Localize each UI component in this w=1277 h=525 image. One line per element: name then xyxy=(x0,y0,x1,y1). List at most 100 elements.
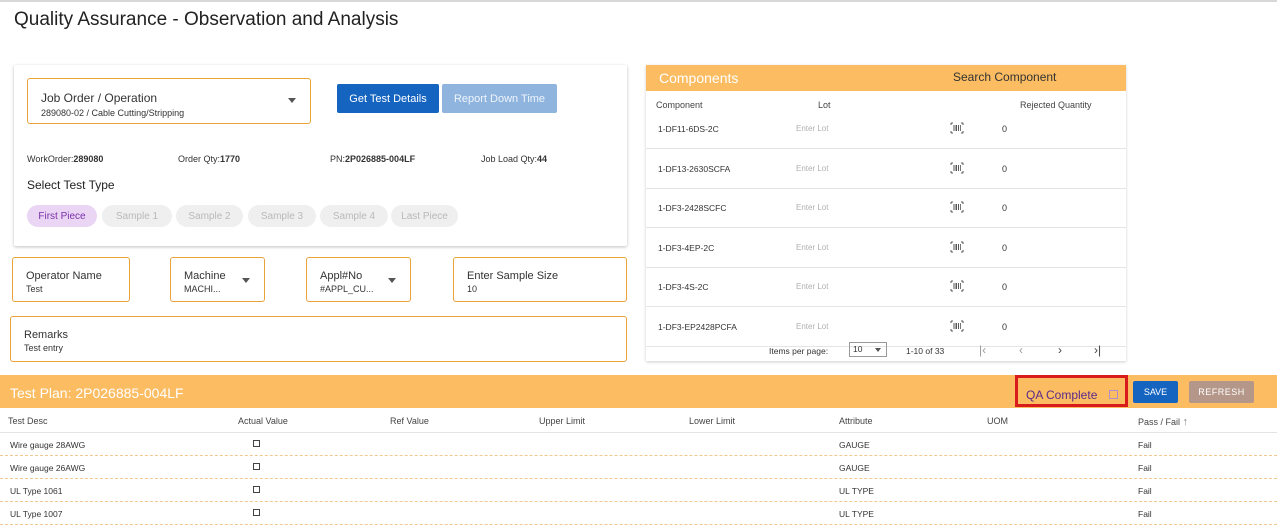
chip-last-piece[interactable]: Last Piece xyxy=(391,205,458,227)
component-row: 1-DF3-2428SCFC Enter Lot 0 xyxy=(646,189,1126,228)
top-border xyxy=(0,0,1277,2)
appl-no-select[interactable]: Appl#No #APPL_CU... xyxy=(306,257,411,302)
remarks-label: Remarks xyxy=(24,329,69,341)
operator-name-value: Test xyxy=(26,284,43,294)
lot-input[interactable]: Enter Lot xyxy=(796,243,828,252)
barcode-scan-icon[interactable] xyxy=(950,319,964,331)
col-pass-fail[interactable]: Pass / Fail ↑ xyxy=(1138,416,1188,428)
rejected-qty-input[interactable]: 0 xyxy=(1002,282,1007,292)
component-name: 1-DF3-4EP-2C xyxy=(658,242,715,253)
actual-value-checkbox[interactable] xyxy=(253,509,260,516)
chip-sample-3[interactable]: Sample 3 xyxy=(248,205,316,227)
table-row: Wire gauge 26AWG GAUGE Fail xyxy=(0,456,1277,479)
barcode-scan-icon[interactable] xyxy=(950,240,964,252)
barcode-scan-icon[interactable] xyxy=(950,121,964,134)
page-size-select[interactable]: 10 xyxy=(849,342,887,357)
lot-input[interactable]: Enter Lot xyxy=(796,203,828,212)
component-name: 1-DF3-4S-2C xyxy=(658,282,709,292)
rejected-qty-input[interactable]: 0 xyxy=(1002,124,1007,134)
components-title: Components xyxy=(659,70,739,86)
rejected-qty-input[interactable]: 0 xyxy=(1002,322,1007,332)
col-actual-value: Actual Value xyxy=(238,416,288,426)
sample-size-label: Enter Sample Size xyxy=(467,270,559,282)
machine-select[interactable]: Machine MACHI... xyxy=(170,257,265,302)
components-header: Components Search Component xyxy=(646,65,1126,91)
last-page-icon[interactable]: ›| xyxy=(1094,343,1101,357)
rejected-qty-input[interactable]: 0 xyxy=(1002,203,1007,213)
qa-complete-highlight[interactable]: QA Complete xyxy=(1015,375,1128,407)
col-lower-limit: Lower Limit xyxy=(689,416,736,426)
test-desc-cell: UL Type 1061 xyxy=(10,486,63,496)
search-component-link[interactable]: Search Component xyxy=(953,70,1056,84)
pass-fail-cell: Fail xyxy=(1138,486,1152,496)
component-name: 1-DF13-2630SCFA xyxy=(658,163,731,174)
component-row: 1-DF3-4EP-2C Enter Lot 0 xyxy=(646,229,1126,268)
lot-input[interactable]: Enter Lot xyxy=(796,124,828,133)
component-row: 1-DF13-2630SCFA Enter Lot 0 xyxy=(646,150,1126,189)
pass-fail-cell: Fail xyxy=(1138,463,1152,473)
pn-info: PN:2P026885-004LF xyxy=(330,154,416,164)
test-plan-bar: Test Plan: 2P026885-004LF QA Complete SA… xyxy=(0,375,1277,408)
operator-name-field[interactable]: Operator Name Test xyxy=(12,257,130,302)
col-ref-value: Ref Value xyxy=(390,416,429,426)
col-attribute: Attribute xyxy=(839,416,873,426)
chevron-down-icon[interactable] xyxy=(388,278,396,283)
component-row: 1-DF11-6DS-2C Enter Lot 0 xyxy=(646,110,1126,149)
barcode-scan-icon[interactable] xyxy=(950,161,964,173)
job-order-select[interactable]: Job Order / Operation 289080-02 / Cable … xyxy=(27,78,311,124)
order-qty-info: Order Qty:1770 xyxy=(178,154,241,164)
chevron-down-icon[interactable] xyxy=(288,98,296,103)
rejected-qty-input[interactable]: 0 xyxy=(1002,243,1007,253)
barcode-scan-icon[interactable] xyxy=(950,200,964,213)
chip-sample-4[interactable]: Sample 4 xyxy=(320,205,388,227)
operator-name-label: Operator Name xyxy=(26,270,102,282)
component-name: 1-DF11-6DS-2C xyxy=(658,124,719,134)
qa-complete-label: QA Complete xyxy=(1026,388,1098,402)
sample-size-value: 10 xyxy=(467,284,478,294)
refresh-button[interactable]: REFRESH xyxy=(1189,381,1254,403)
first-page-icon[interactable]: |‹ xyxy=(979,343,986,357)
job-load-info: Job Load Qty:44 xyxy=(481,154,548,164)
appl-no-value: #APPL_CU... xyxy=(320,284,374,294)
lot-input[interactable]: Enter Lot xyxy=(796,282,828,291)
col-rejected-qty: Rejected Quantity xyxy=(1020,100,1092,110)
next-page-icon[interactable]: › xyxy=(1058,343,1062,357)
sample-size-field[interactable]: Enter Sample Size 10 xyxy=(453,257,627,302)
attribute-cell: GAUGE xyxy=(839,440,870,450)
attribute-cell: UL TYPE xyxy=(839,486,874,496)
component-row: 1-DF3-4S-2C Enter Lot 0 xyxy=(646,268,1126,307)
save-button[interactable]: SAVE xyxy=(1133,381,1178,403)
page-title: Quality Assurance - Observation and Anal… xyxy=(14,9,399,30)
paginator: Items per page: 10 1-10 of 33 |‹ ‹ › ›| xyxy=(646,340,1126,360)
attribute-cell: GAUGE xyxy=(839,463,870,473)
machine-label: Machine xyxy=(184,270,226,282)
rejected-qty-input[interactable]: 0 xyxy=(1002,164,1007,174)
chevron-down-icon xyxy=(875,348,881,352)
barcode-scan-icon[interactable] xyxy=(950,279,964,292)
chip-first-piece[interactable]: First Piece xyxy=(27,205,97,227)
get-test-details-button[interactable]: Get Test Details xyxy=(337,84,439,113)
lot-input[interactable]: Enter Lot xyxy=(796,322,828,331)
qa-complete-checkbox[interactable] xyxy=(1109,390,1118,399)
test-desc-cell: Wire gauge 26AWG xyxy=(10,463,86,473)
page-range: 1-10 of 33 xyxy=(906,346,945,356)
job-card: Job Order / Operation 289080-02 / Cable … xyxy=(14,65,627,246)
chip-sample-1[interactable]: Sample 1 xyxy=(102,205,172,227)
remarks-value: Test entry xyxy=(24,343,64,353)
items-per-page-label: Items per page: xyxy=(769,346,829,356)
remarks-field[interactable]: Remarks Test entry xyxy=(10,316,627,362)
pass-fail-cell: Fail xyxy=(1138,509,1152,519)
actual-value-checkbox[interactable] xyxy=(253,463,260,470)
actual-value-checkbox[interactable] xyxy=(253,440,260,447)
col-test-desc: Test Desc xyxy=(8,416,48,426)
workorder-info: WorkOrder:289080 xyxy=(27,154,104,164)
actual-value-checkbox[interactable] xyxy=(253,486,260,493)
test-desc-cell: Wire gauge 28AWG xyxy=(10,440,86,450)
report-down-time-button[interactable]: Report Down Time xyxy=(442,84,557,113)
chip-sample-2[interactable]: Sample 2 xyxy=(176,205,243,227)
test-desc-cell: UL Type 1007 xyxy=(10,509,63,519)
chevron-down-icon[interactable] xyxy=(242,278,250,283)
prev-page-icon[interactable]: ‹ xyxy=(1019,343,1023,357)
table-row: UL Type 1061 UL TYPE Fail xyxy=(0,479,1277,502)
lot-input[interactable]: Enter Lot xyxy=(796,164,828,173)
